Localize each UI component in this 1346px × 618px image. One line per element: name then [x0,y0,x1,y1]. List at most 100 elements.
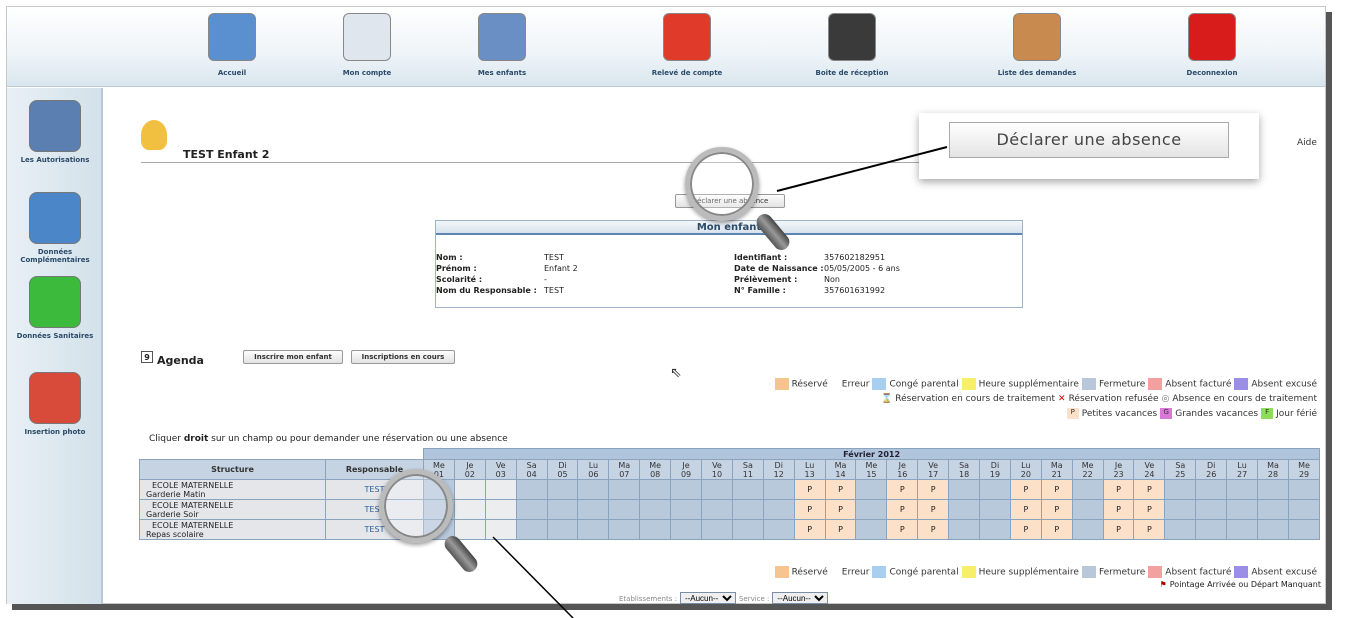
day-cell[interactable]: P [1040,519,1073,540]
day-cell[interactable] [1257,479,1289,500]
day-cell[interactable] [608,519,641,540]
day-cell[interactable] [979,479,1011,500]
service-select[interactable]: --Aucun-- [772,592,829,604]
day-cell[interactable] [762,479,795,500]
sidebar-item-3[interactable]: Insertion photo [7,372,103,436]
day-cell[interactable]: P [824,479,857,500]
day-cell[interactable] [670,519,703,540]
day-cell[interactable] [701,519,733,540]
day-cell[interactable]: P [1102,479,1135,500]
day-cell[interactable]: P [1133,499,1166,520]
sidebar-item-1[interactable]: Données Complémentaires [7,192,103,264]
day-cell[interactable] [546,499,579,520]
day-cell[interactable] [453,479,486,500]
day-cell[interactable] [1071,499,1104,520]
day-cell[interactable] [855,479,888,500]
sidebar-item-2[interactable]: Données Sanitaires [7,276,103,340]
day-cell[interactable] [639,519,672,540]
day-cell[interactable] [515,499,548,520]
day-cell[interactable]: P [886,519,919,540]
day-cell[interactable] [1195,479,1228,500]
day-cell[interactable] [1164,519,1197,540]
day-cell[interactable] [1257,499,1289,520]
day-cell[interactable] [546,479,579,500]
day-cell[interactable] [762,519,795,540]
day-cell[interactable] [639,499,672,520]
day-cell[interactable]: P [917,479,950,500]
nav-item-2[interactable]: Mes enfants [442,13,562,77]
day-cell[interactable] [1164,499,1197,520]
day-cell[interactable] [1226,499,1259,520]
day-cell[interactable]: P [793,479,826,500]
day-cell[interactable] [855,499,888,520]
day-cell[interactable] [1287,499,1321,520]
day-cell[interactable] [577,479,610,500]
day-cell[interactable]: P [793,519,826,540]
day-cell[interactable]: P [1009,479,1042,500]
day-cell[interactable] [701,499,733,520]
day-cell[interactable] [1195,519,1228,540]
day-cell[interactable]: P [824,499,857,520]
day-cell[interactable] [608,479,641,500]
day-cell[interactable] [1226,479,1259,500]
day-cell[interactable]: P [793,499,826,520]
day-cell[interactable] [855,519,888,540]
sidebar-item-0[interactable]: Les Autorisations [7,100,103,164]
day-cell[interactable] [484,519,517,540]
inscriptions-button[interactable]: Inscriptions en cours [351,350,455,364]
day-cell[interactable] [515,519,548,540]
day-cell[interactable] [1287,479,1321,500]
day-cell[interactable] [948,479,981,500]
day-cell[interactable] [979,519,1011,540]
day-cell[interactable] [979,499,1011,520]
day-cell[interactable]: P [917,519,950,540]
day-cell[interactable]: P [886,499,919,520]
day-cell[interactable]: P [1102,499,1135,520]
nav-item-4[interactable]: Boite de réception [792,13,912,77]
day-cell[interactable] [948,499,981,520]
day-cell[interactable]: P [886,479,919,500]
nav-item-1[interactable]: Mon compte [307,13,427,77]
day-cell[interactable] [1071,519,1104,540]
day-cell[interactable] [453,519,486,540]
day-cell[interactable] [484,499,517,520]
day-cell[interactable] [1257,519,1289,540]
day-cell[interactable] [484,479,517,500]
day-cell[interactable]: P [1040,479,1073,500]
day-cell[interactable] [762,499,795,520]
day-cell[interactable] [731,479,764,500]
day-cell[interactable] [577,499,610,520]
day-cell[interactable]: P [1102,519,1135,540]
nav-item-5[interactable]: Liste des demandes [977,13,1097,77]
nav-item-3[interactable]: Relevé de compte [627,13,747,77]
day-cell[interactable]: P [1009,519,1042,540]
day-cell[interactable] [639,479,672,500]
day-cell[interactable] [701,479,733,500]
inscrire-button[interactable]: Inscrire mon enfant [243,350,343,364]
day-cell[interactable] [670,499,703,520]
day-cell[interactable]: P [824,519,857,540]
declare-absence-button[interactable]: Déclarer une absence [949,122,1229,158]
day-cell[interactable] [731,519,764,540]
nav-item-6[interactable]: Deconnexion [1152,13,1272,77]
day-cell[interactable]: P [1009,499,1042,520]
day-cell[interactable] [515,479,548,500]
day-cell[interactable] [1071,479,1104,500]
day-cell[interactable] [1226,519,1259,540]
day-cell[interactable] [453,499,486,520]
day-cell[interactable] [1195,499,1228,520]
day-cell[interactable] [948,519,981,540]
day-cell[interactable] [546,519,579,540]
day-cell[interactable] [577,519,610,540]
day-cell[interactable]: P [1133,479,1166,500]
day-cell[interactable] [608,499,641,520]
day-cell[interactable] [1164,479,1197,500]
etab-select[interactable]: --Aucun-- [679,592,736,604]
aide-link[interactable]: Aide [1297,138,1317,148]
day-cell[interactable] [731,499,764,520]
day-cell[interactable]: P [1133,519,1166,540]
day-cell[interactable]: P [1040,499,1073,520]
day-cell[interactable] [670,479,703,500]
day-cell[interactable] [1287,519,1321,540]
day-cell[interactable]: P [917,499,950,520]
